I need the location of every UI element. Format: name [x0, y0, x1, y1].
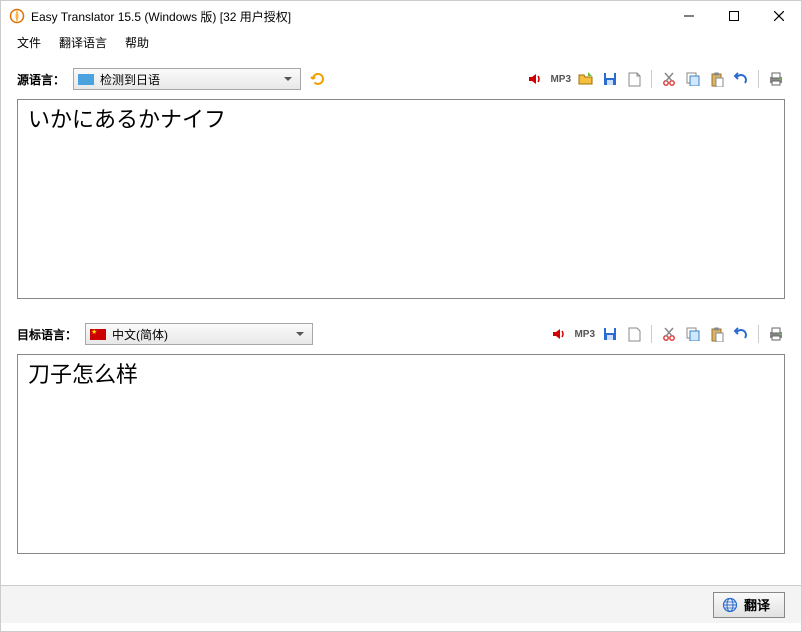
copy-button[interactable] — [684, 325, 702, 343]
target-language-label: 目标语言： — [17, 326, 77, 343]
cut-button[interactable] — [660, 70, 678, 88]
source-icon-strip: MP3 — [526, 70, 785, 88]
new-document-button[interactable] — [625, 325, 643, 343]
window-title: Easy Translator 15.5 (Windows 版) [32 用户授… — [31, 8, 666, 25]
menu-file[interactable]: 文件 — [9, 32, 49, 53]
save-button[interactable] — [601, 325, 619, 343]
open-file-button[interactable] — [577, 70, 595, 88]
print-button[interactable] — [767, 70, 785, 88]
undo-button[interactable] — [732, 325, 750, 343]
source-language-label: 源语言： — [17, 71, 65, 88]
paste-button[interactable] — [708, 70, 726, 88]
mp3-label[interactable]: MP3 — [574, 329, 595, 340]
mp3-label[interactable]: MP3 — [550, 74, 571, 85]
separator — [758, 70, 759, 88]
source-language-select[interactable]: 检测到日语 — [73, 68, 301, 90]
maximize-button[interactable] — [711, 1, 756, 31]
swap-languages-button[interactable] — [309, 70, 327, 88]
target-text-output[interactable] — [17, 354, 785, 554]
undo-button[interactable] — [732, 70, 750, 88]
separator — [651, 70, 652, 88]
target-icon-strip: MP3 — [550, 325, 785, 343]
close-button[interactable] — [756, 1, 801, 31]
app-icon — [9, 8, 25, 24]
paste-button[interactable] — [708, 325, 726, 343]
globe-icon — [722, 597, 738, 613]
speak-button[interactable] — [550, 325, 568, 343]
save-button[interactable] — [601, 70, 619, 88]
menu-translate-language[interactable]: 翻译语言 — [51, 32, 115, 53]
menu-help[interactable]: 帮助 — [117, 32, 157, 53]
menubar: 文件 翻译语言 帮助 — [1, 31, 801, 53]
speak-button[interactable] — [526, 70, 544, 88]
chevron-down-icon — [292, 332, 308, 337]
source-toolbar: 源语言： 检测到日语 MP3 — [17, 65, 785, 93]
source-text-input[interactable] — [17, 99, 785, 299]
target-toolbar: 目标语言： 中文(简体) MP3 — [17, 320, 785, 348]
new-document-button[interactable] — [625, 70, 643, 88]
separator — [758, 325, 759, 343]
china-flag-icon — [90, 329, 106, 340]
window-controls — [666, 1, 801, 31]
translate-button[interactable]: 翻译 — [713, 592, 785, 618]
titlebar: Easy Translator 15.5 (Windows 版) [32 用户授… — [1, 1, 801, 31]
detect-flag-icon — [78, 74, 94, 85]
cut-button[interactable] — [660, 325, 678, 343]
content-area: 源语言： 检测到日语 MP3 — [1, 53, 801, 585]
chevron-down-icon — [280, 77, 296, 82]
target-language-value: 中文(简体) — [112, 326, 168, 343]
copy-button[interactable] — [684, 70, 702, 88]
source-language-value: 检测到日语 — [100, 71, 160, 88]
target-language-select[interactable]: 中文(简体) — [85, 323, 313, 345]
print-button[interactable] — [767, 325, 785, 343]
translate-button-label: 翻译 — [744, 595, 770, 614]
separator — [651, 325, 652, 343]
bottom-bar: 翻译 — [1, 585, 801, 623]
minimize-button[interactable] — [666, 1, 711, 31]
